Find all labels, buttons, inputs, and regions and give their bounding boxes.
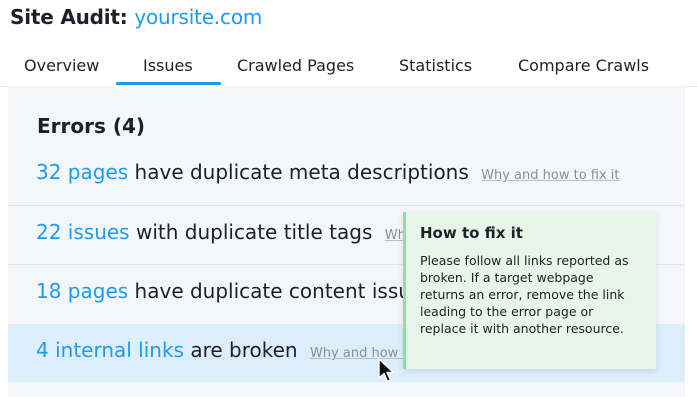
issue-count-link[interactable]: 32 pages	[36, 160, 128, 184]
errors-heading: Errors (4)	[37, 114, 146, 138]
tab-overview[interactable]: Overview	[24, 56, 99, 75]
tooltip-body: Please follow all links reported as brok…	[420, 253, 629, 336]
tab-compare-crawls[interactable]: Compare Crawls	[518, 56, 649, 75]
issue-count-link[interactable]: 18 pages	[36, 279, 128, 303]
issue-text: with duplicate title tags	[135, 220, 373, 244]
tooltip-title: How to fix it	[420, 224, 523, 242]
how-to-fix-tooltip: How to fix it Please follow all links re…	[403, 212, 656, 369]
issue-count-link[interactable]: 4 internal links	[36, 338, 184, 362]
issue-count-link[interactable]: 22 issues	[36, 220, 130, 244]
issue-text: have duplicate meta descriptions	[134, 160, 469, 184]
tab-statistics[interactable]: Statistics	[399, 56, 472, 75]
site-domain-link[interactable]: yoursite.com	[134, 5, 262, 29]
why-how-fix-link[interactable]: Why and how to	[310, 346, 416, 361]
tab-crawled-pages[interactable]: Crawled Pages	[237, 56, 354, 75]
tab-bar: Overview Issues Crawled Pages Statistics…	[0, 44, 697, 87]
why-how-fix-link[interactable]: Why and how to fix it	[481, 168, 619, 183]
issue-text: are broken	[190, 338, 298, 362]
mouse-pointer-icon	[378, 358, 395, 383]
page-title: Site Audit: yoursite.com	[10, 5, 262, 29]
tab-issues[interactable]: Issues	[143, 56, 193, 75]
issue-row: 32 pages have duplicate meta description…	[8, 146, 685, 204]
page-title-prefix: Site Audit:	[10, 5, 128, 29]
issue-text: have duplicate content issu	[134, 279, 411, 303]
active-tab-indicator	[116, 82, 221, 85]
